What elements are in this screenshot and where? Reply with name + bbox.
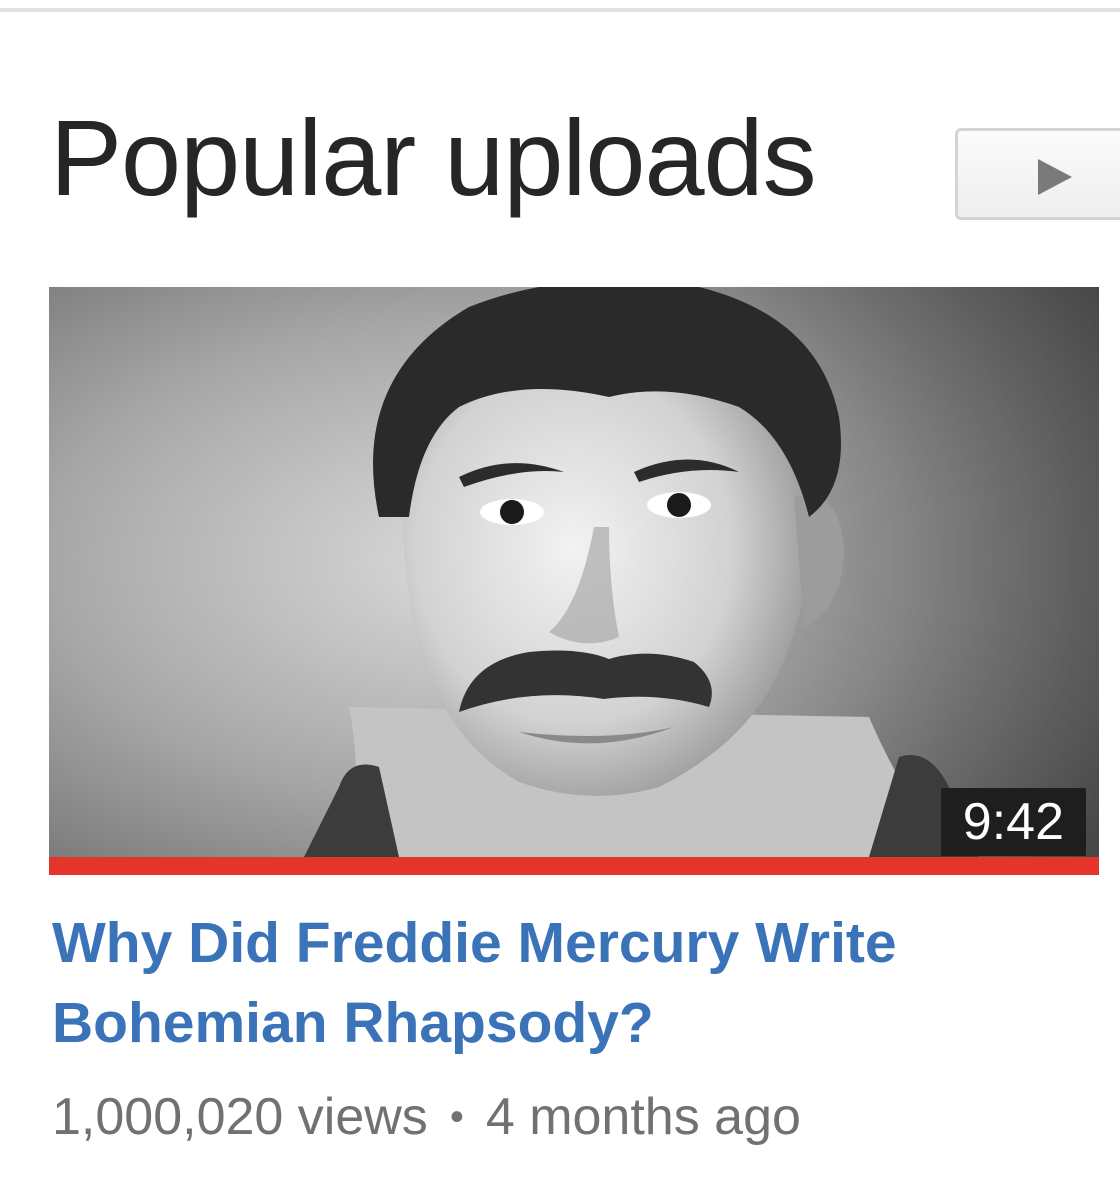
watch-progress-bar: [49, 857, 1099, 875]
video-meta: 1,000,020 views • 4 months ago: [52, 1082, 801, 1152]
top-divider: [0, 8, 1120, 12]
watch-progress-fill: [49, 857, 1099, 875]
play-all-button[interactable]: [955, 128, 1120, 220]
section-title: Popular uploads: [50, 97, 817, 218]
video-thumbnail[interactable]: 9:42: [49, 287, 1099, 875]
duration-badge: 9:42: [940, 788, 1086, 856]
play-triangle-icon: [1038, 159, 1072, 195]
meta-separator: •: [449, 1095, 464, 1139]
channel-page: Popular uploads 9:42 Why Did Freddie Mer…: [0, 0, 1120, 1200]
video-title-link[interactable]: Why Did Freddie Mercury Write Bohemian R…: [52, 903, 1102, 1063]
thumbnail-image: [49, 287, 1099, 857]
upload-age: 4 months ago: [485, 1088, 801, 1146]
view-count: 1,000,020 views: [52, 1088, 428, 1146]
